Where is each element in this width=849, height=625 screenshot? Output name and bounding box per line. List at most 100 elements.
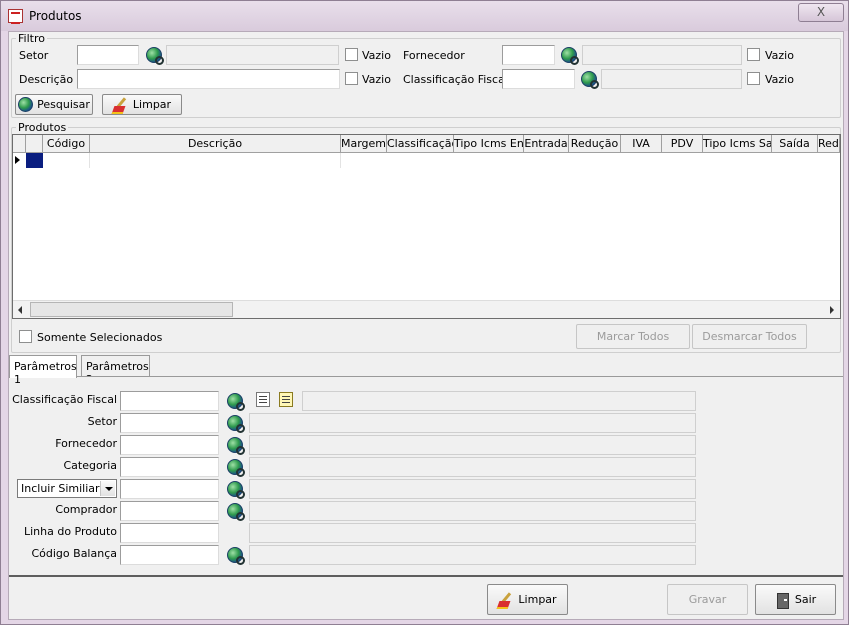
tab-parametros-2[interactable]: Parâmetros 2 (81, 355, 150, 386)
filtro-limpar-button[interactable]: Limpar (102, 94, 182, 115)
filtro-limpar-label: Limpar (132, 98, 172, 111)
param-comprador-input[interactable] (120, 501, 219, 521)
fornecedor-code-input[interactable] (502, 45, 555, 65)
param-comprador-search-icon[interactable] (227, 503, 245, 521)
classificacao-code-input[interactable] (502, 69, 575, 89)
close-button[interactable]: X (798, 3, 844, 22)
column-header-classificacao[interactable]: Classificação (387, 135, 454, 153)
param-codigo-balanca-search-icon[interactable] (227, 547, 245, 565)
scroll-thumb[interactable] (30, 302, 233, 317)
somente-selecionados-checkbox[interactable] (19, 330, 32, 343)
scroll-left-arrow-icon[interactable] (13, 301, 30, 318)
exit-door-icon (775, 592, 791, 609)
column-header-iva[interactable]: IVA (621, 135, 662, 153)
classificacao-search-icon[interactable] (581, 71, 599, 89)
fornecedor-search-icon[interactable] (561, 47, 579, 65)
produtos-grid[interactable]: Código Descrição Margem Classificação Ti… (12, 134, 841, 319)
param-similar-search-icon[interactable] (227, 481, 245, 499)
app-icon (8, 9, 23, 24)
marcar-todos-button[interactable]: Marcar Todos (576, 324, 690, 349)
sair-label: Sair (794, 593, 817, 606)
param-categoria-description (249, 457, 696, 477)
param-setor-label: Setor (87, 415, 117, 428)
pesquisar-label: Pesquisar (37, 98, 90, 111)
produtos-legend: Produtos (18, 121, 67, 134)
desmarcar-todos-button[interactable]: Desmarcar Todos (692, 324, 807, 349)
row-select-cell[interactable] (26, 153, 43, 168)
descricao-vazio-label: Vazio (362, 73, 391, 86)
column-header-reducao[interactable]: Redução (569, 135, 621, 153)
param-codigo-balanca-label: Código Balança (31, 547, 117, 560)
setor-description-field (166, 45, 339, 65)
param-categoria-input[interactable] (120, 457, 219, 477)
column-header-reducao-saida[interactable]: Redu (818, 135, 840, 153)
param-comprador-label: Comprador (55, 503, 117, 516)
param-comprador-description (249, 501, 696, 521)
column-header-pdv[interactable]: PDV (662, 135, 703, 153)
parametros-panel: Classificação Fiscal Setor Fornecedor Ca… (9, 376, 843, 575)
param-codigo-balanca-input[interactable] (120, 545, 219, 565)
column-header-margem[interactable]: Margem (341, 135, 387, 153)
classificacao-vazio-checkbox[interactable] (747, 72, 760, 85)
descricao-label: Descrição (19, 73, 74, 86)
pesquisar-button[interactable]: Pesquisar (15, 94, 93, 115)
param-similar-input[interactable] (120, 479, 219, 499)
fornecedor-description-field (582, 45, 742, 65)
param-categoria-label: Categoria (63, 459, 117, 472)
column-header-codigo[interactable]: Código (43, 135, 90, 153)
sair-button[interactable]: Sair (755, 584, 836, 615)
client-area: Filtro Setor Vazio Fornecedor Vazio Desc… (8, 31, 844, 620)
copy-icon[interactable] (256, 392, 270, 407)
grid-header: Código Descrição Margem Classificação Ti… (13, 135, 840, 153)
classificacao-description-field (601, 69, 742, 89)
horizontal-scrollbar[interactable] (13, 300, 840, 318)
current-row-indicator (13, 153, 25, 168)
param-linha-description (249, 523, 696, 543)
column-header-saida[interactable]: Saída (772, 135, 818, 153)
param-fornecedor-description (249, 435, 696, 455)
param-setor-description (249, 413, 696, 433)
param-categoria-search-icon[interactable] (227, 459, 245, 477)
param-classificacao-search-icon[interactable] (227, 393, 245, 411)
param-setor-input[interactable] (120, 413, 219, 433)
fornecedor-vazio-checkbox[interactable] (747, 48, 760, 61)
column-header-tipo-icms-ent[interactable]: Tipo Icms Ent (454, 135, 524, 153)
setor-search-icon[interactable] (146, 47, 164, 65)
setor-vazio-label: Vazio (362, 49, 391, 62)
broom-icon (113, 97, 129, 113)
param-linha-input[interactable] (120, 523, 219, 543)
tab-parametros-1[interactable]: Parâmetros 1 (9, 355, 77, 386)
fornecedor-label: Fornecedor (403, 49, 465, 62)
footer-bar: Limpar Gravar Sair (9, 575, 843, 619)
grid-select-column[interactable] (26, 135, 43, 153)
search-icon (18, 97, 34, 112)
column-header-entrada[interactable]: Entrada (524, 135, 569, 153)
grid-divider (89, 153, 90, 168)
setor-code-input[interactable] (77, 45, 139, 65)
param-fornecedor-input[interactable] (120, 435, 219, 455)
broom-icon (498, 592, 514, 608)
param-setor-search-icon[interactable] (227, 415, 245, 433)
param-linha-label: Linha do Produto (23, 525, 117, 538)
descricao-vazio-checkbox[interactable] (345, 72, 358, 85)
setor-vazio-checkbox[interactable] (345, 48, 358, 61)
column-header-tipo-icms-sai[interactable]: Tipo Icms Sai (703, 135, 772, 153)
gravar-button[interactable]: Gravar (667, 584, 748, 615)
window-title: Produtos (29, 9, 82, 23)
similar-select-value: Incluir Similiar (21, 482, 100, 495)
chevron-down-icon[interactable] (100, 481, 115, 496)
classificacao-label: Classificação Fiscal (403, 73, 508, 86)
descricao-input[interactable] (77, 69, 340, 89)
param-classificacao-input[interactable] (120, 391, 219, 411)
similar-select[interactable]: Incluir Similiar (17, 479, 117, 498)
column-header-descricao[interactable]: Descrição (90, 135, 341, 153)
note-icon[interactable] (279, 392, 293, 407)
limpar-label: Limpar (518, 593, 557, 606)
scroll-right-arrow-icon[interactable] (823, 301, 840, 318)
limpar-button[interactable]: Limpar (487, 584, 568, 615)
param-similar-description (249, 479, 696, 499)
setor-label: Setor (19, 49, 49, 62)
param-codigo-balanca-description (249, 545, 696, 565)
filtro-legend: Filtro (18, 32, 45, 45)
param-fornecedor-search-icon[interactable] (227, 437, 245, 455)
